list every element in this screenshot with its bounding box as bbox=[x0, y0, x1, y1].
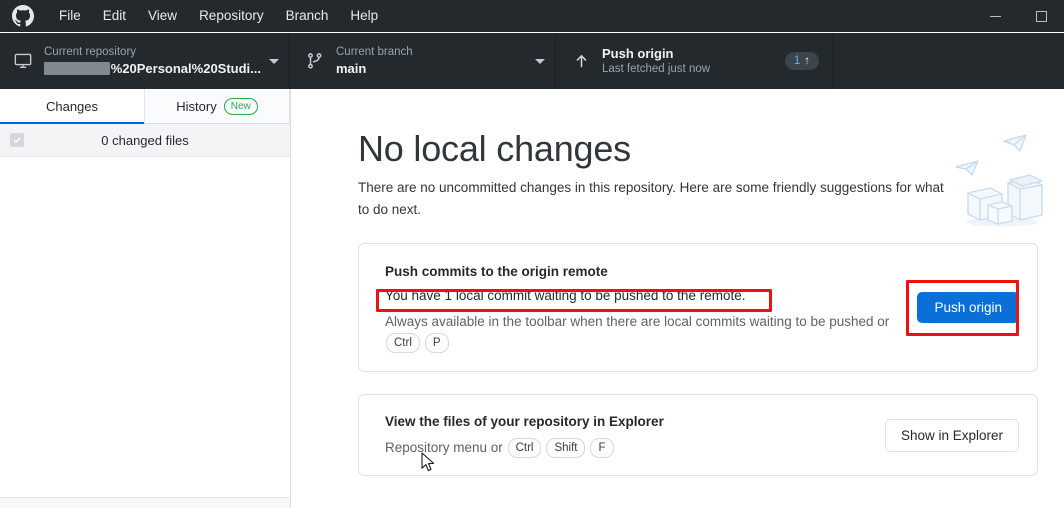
key-p: P bbox=[424, 333, 449, 354]
maximize-icon bbox=[1035, 10, 1047, 22]
minimize-icon bbox=[989, 15, 1001, 17]
push-card-title: Push commits to the origin remote bbox=[385, 263, 608, 279]
repository-name-text: %20Personal%20Studi... bbox=[110, 61, 261, 76]
push-origin-title: Push origin bbox=[602, 46, 674, 61]
current-repository-text: Current repository %20Personal%20Studi..… bbox=[44, 45, 261, 77]
current-branch-text: Current branch main bbox=[336, 45, 527, 77]
menu-item-edit[interactable]: Edit bbox=[92, 0, 137, 32]
suggestion-card-push-body: Push commits to the origin remote You ha… bbox=[376, 262, 899, 354]
arrow-up-icon bbox=[570, 50, 592, 72]
minimize-button[interactable] bbox=[972, 0, 1018, 32]
push-origin-toolbar-button[interactable]: Push origin Last fetched just now 1 ↑ bbox=[556, 33, 834, 89]
current-repository-selector[interactable]: Current repository %20Personal%20Studi..… bbox=[0, 33, 290, 89]
push-card-note: Always available in the toolbar when the… bbox=[385, 311, 899, 354]
current-repository-value: %20Personal%20Studi... bbox=[44, 60, 261, 77]
sidebar: Changes History New 0 changed files bbox=[0, 89, 291, 497]
explorer-card-action: Show in Explorer bbox=[884, 418, 1019, 452]
key-ctrl: Ctrl bbox=[507, 438, 542, 459]
boxes-and-paper-planes-illustration bbox=[952, 123, 1048, 233]
page-title: No local changes bbox=[358, 128, 631, 169]
push-card-action: Push origin bbox=[906, 280, 1020, 336]
github-desktop-window: File Edit View Repository Branch Help Cu… bbox=[0, 0, 1064, 508]
title-bar: File Edit View Repository Branch Help bbox=[0, 0, 1064, 32]
new-badge: New bbox=[223, 97, 258, 115]
menu-item-help[interactable]: Help bbox=[339, 0, 389, 32]
push-origin-subtitle: Last fetched just now bbox=[602, 63, 711, 75]
push-card-note-text: Always available in the toolbar when the… bbox=[385, 313, 890, 329]
push-badge-arrow-icon: ↑ bbox=[804, 55, 810, 67]
current-branch-selector[interactable]: Current branch main bbox=[290, 33, 556, 89]
select-all-checkbox[interactable] bbox=[10, 133, 24, 147]
key-f: F bbox=[590, 438, 614, 459]
current-branch-label: Current branch bbox=[336, 46, 413, 58]
page-subtitle: There are no uncommitted changes in this… bbox=[358, 180, 944, 217]
sidebar-footer bbox=[0, 497, 291, 508]
changed-files-count: 0 changed files bbox=[101, 132, 189, 148]
current-repository-label: Current repository bbox=[44, 46, 137, 58]
tab-changes[interactable]: Changes bbox=[0, 89, 145, 124]
chevron-down-icon[interactable] bbox=[535, 58, 545, 64]
push-count-number: 1 bbox=[793, 55, 801, 67]
changed-files-row: 0 changed files bbox=[0, 124, 290, 157]
suggestion-card-push: Push commits to the origin remote You ha… bbox=[358, 243, 1038, 372]
redacted-repository-name bbox=[44, 62, 110, 75]
menu-bar: File Edit View Repository Branch Help bbox=[48, 0, 389, 32]
chevron-down-icon[interactable] bbox=[269, 58, 279, 64]
key-ctrl: Ctrl bbox=[386, 333, 420, 354]
desktop-monitor-icon bbox=[12, 50, 34, 72]
push-card-shortcut-keys: Ctrl P bbox=[386, 333, 449, 354]
push-origin-button[interactable]: Push origin bbox=[917, 292, 1019, 323]
tab-history-label: History bbox=[176, 98, 217, 114]
suggestion-card-explorer: View the files of your repository in Exp… bbox=[358, 394, 1038, 476]
tab-history[interactable]: History New bbox=[145, 89, 290, 123]
push-origin-text: Push origin Last fetched just now bbox=[602, 45, 777, 77]
menu-item-file[interactable]: File bbox=[48, 0, 92, 32]
push-count-badge: 1 ↑ bbox=[784, 52, 819, 70]
current-branch-value: main bbox=[336, 61, 367, 76]
push-card-description: You have 1 local commit waiting to be pu… bbox=[385, 287, 746, 303]
key-shift: Shift bbox=[546, 438, 586, 459]
main-content: No local changes There are no uncommitte… bbox=[292, 89, 1064, 508]
explorer-card-note-text: Repository menu or bbox=[385, 439, 503, 455]
maximize-button[interactable] bbox=[1018, 0, 1064, 32]
branch-icon bbox=[304, 50, 326, 72]
arrow-cursor bbox=[421, 452, 437, 474]
tab-changes-label: Changes bbox=[45, 98, 99, 114]
menu-item-branch[interactable]: Branch bbox=[275, 0, 340, 32]
show-in-explorer-button[interactable]: Show in Explorer bbox=[884, 418, 1019, 452]
github-octocat-icon bbox=[12, 5, 34, 27]
toolbar: Current repository %20Personal%20Studi..… bbox=[0, 33, 1064, 89]
explorer-card-title: View the files of your repository in Exp… bbox=[385, 413, 664, 429]
menu-item-view[interactable]: View bbox=[137, 0, 188, 32]
sidebar-tabs: Changes History New bbox=[0, 89, 290, 124]
window-controls bbox=[972, 0, 1064, 32]
menu-item-repository[interactable]: Repository bbox=[188, 0, 275, 32]
explorer-card-shortcut-keys: Ctrl Shift F bbox=[507, 438, 614, 459]
explorer-card-note: Repository menu or Ctrl Shift F bbox=[385, 437, 867, 459]
suggestion-card-explorer-body: View the files of your repository in Exp… bbox=[385, 412, 867, 459]
